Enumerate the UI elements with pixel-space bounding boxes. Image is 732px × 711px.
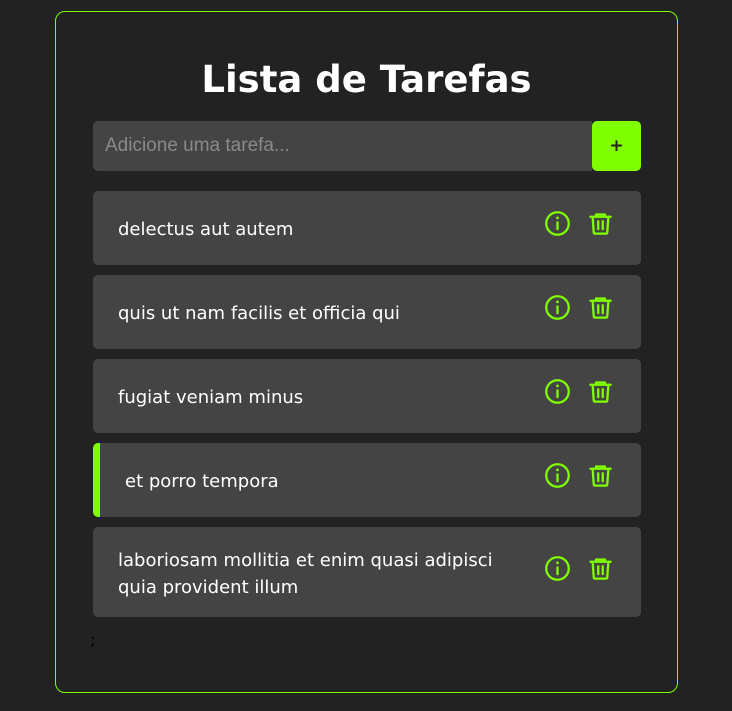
task-text: quis ut nam facilis et officia qui	[118, 303, 400, 324]
stray-semicolon: ;	[90, 630, 96, 649]
task-actions	[544, 462, 614, 489]
task-actions	[544, 294, 614, 321]
add-task-form: +	[93, 121, 641, 171]
todo-card: Lista de Tarefas + delectus aut autem qu…	[55, 11, 678, 693]
trash-icon[interactable]	[587, 462, 614, 489]
task-item[interactable]: quis ut nam facilis et officia qui	[93, 275, 641, 349]
info-icon[interactable]	[544, 378, 571, 405]
info-icon[interactable]	[544, 294, 571, 321]
page-title: Lista de Tarefas	[201, 58, 532, 101]
trash-icon[interactable]	[587, 294, 614, 321]
trash-icon[interactable]	[587, 555, 614, 582]
add-task-button[interactable]: +	[592, 121, 641, 171]
task-item-selected[interactable]: et porro tempora	[93, 443, 641, 517]
task-text: fugiat veniam minus	[118, 387, 304, 408]
task-actions	[544, 210, 614, 237]
info-icon[interactable]	[544, 555, 571, 582]
task-text: laboriosam mollitia et enim quasi adipis…	[118, 549, 493, 598]
task-item[interactable]: delectus aut autem	[93, 191, 641, 265]
info-icon[interactable]	[544, 210, 571, 237]
task-list: delectus aut autem quis ut nam facilis e…	[93, 191, 641, 627]
task-input[interactable]	[93, 121, 592, 171]
task-text: delectus aut autem	[118, 219, 294, 240]
task-item[interactable]: fugiat veniam minus	[93, 359, 641, 433]
task-text: et porro tempora	[125, 471, 279, 492]
trash-icon[interactable]	[587, 210, 614, 237]
task-item[interactable]: laboriosam mollitia et enim quasi adipis…	[93, 527, 641, 617]
task-actions	[544, 378, 614, 405]
info-icon[interactable]	[544, 462, 571, 489]
task-actions	[544, 555, 614, 582]
trash-icon[interactable]	[587, 378, 614, 405]
